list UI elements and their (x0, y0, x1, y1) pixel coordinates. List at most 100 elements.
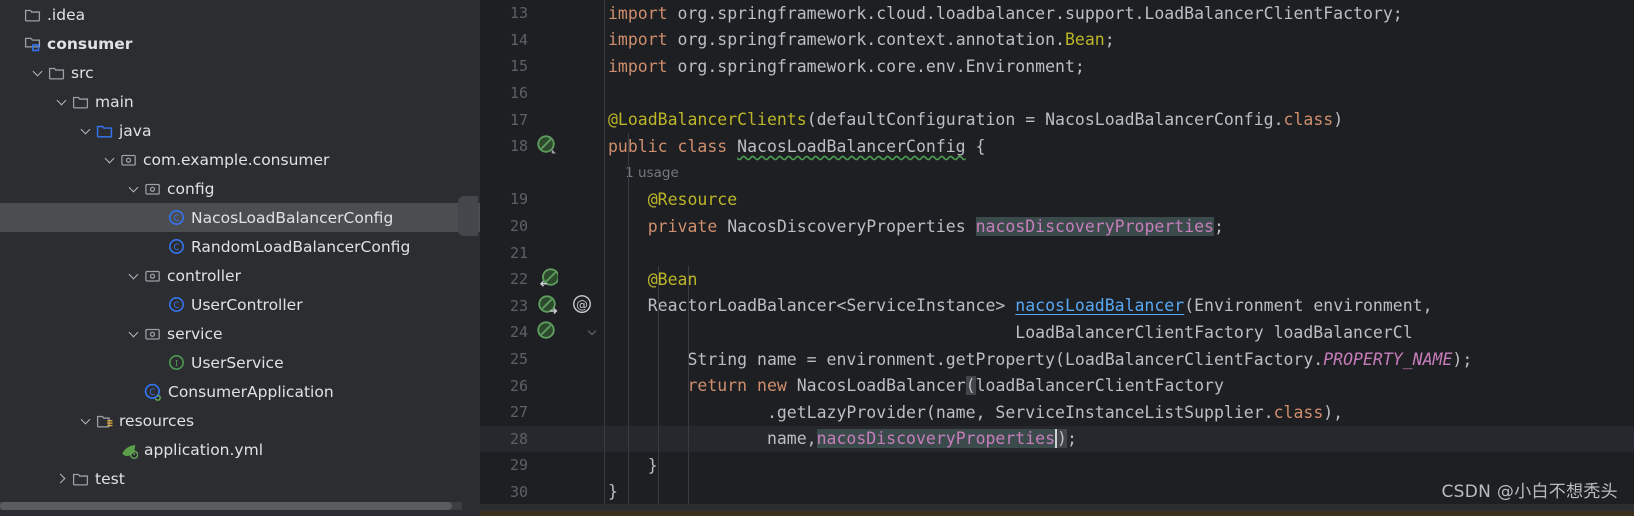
editor-gutter[interactable]: 22 (480, 266, 608, 293)
editor-line[interactable]: 24 LoadBalancerClientFactory loadBalance… (480, 319, 1634, 346)
editor-line[interactable]: 18 public class NacosLoadBalancerConfig { (480, 132, 1634, 160)
code-token: @LoadBalancerClients (608, 110, 807, 130)
editor-line[interactable]: 26 return new NacosLoadBalancer(loadBala… (480, 372, 1634, 399)
editor-line[interactable]: 17 @LoadBalancerClients (defaultConfigurat… (480, 106, 1634, 133)
tree-item-application-yml[interactable]: application.yml (0, 435, 480, 464)
bean-implement-icon[interactable] (536, 294, 558, 318)
editor-line[interactable]: 21 (480, 239, 1634, 266)
bean-icon2[interactable] (536, 320, 556, 344)
bean-icon[interactable] (536, 134, 556, 158)
chevron-down-icon[interactable] (80, 124, 93, 137)
tree-item-randomloadbalancerconfig[interactable]: C RandomLoadBalancerConfig (0, 232, 480, 261)
editor-line[interactable]: 23 @ ReactorLoadBalancer<ServiceInstance>… (480, 292, 1634, 320)
code-text[interactable]: 1 usage (604, 159, 1634, 187)
code-text[interactable]: LoadBalancerClientFactory loadBalancerCl (604, 319, 1634, 346)
code-text[interactable]: return new NacosLoadBalancer(loadBalance… (604, 372, 1634, 399)
editor-gutter[interactable]: 24 (480, 319, 608, 346)
editor-gutter[interactable]: 27 (480, 399, 608, 426)
editor-line[interactable]: 14 import org.springframework.context.ann… (480, 26, 1634, 54)
bean-override-icon[interactable] (536, 267, 560, 291)
code-text[interactable]: import org.springframework.core.env.Envi… (604, 53, 1634, 80)
editor-line[interactable]: 1 usage (480, 159, 1634, 187)
editor-gutter[interactable]: 14 (480, 27, 608, 54)
editor-gutter[interactable]: 29 (480, 452, 608, 479)
tree-item-resources[interactable]: resources (0, 406, 480, 435)
code-text[interactable]: private NacosDiscoveryProperties nacosDi… (604, 212, 1634, 240)
editor-line[interactable]: 29 } (480, 452, 1634, 479)
editor-gutter[interactable]: 15 (480, 53, 608, 80)
chevron-right-icon[interactable] (56, 472, 69, 485)
tree-item-test[interactable]: test (0, 464, 480, 493)
tree-item-userservice[interactable]: I UserService (0, 348, 480, 377)
code-text[interactable] (604, 79, 1634, 107)
code-text[interactable]: name, nacosDiscoveryProperties); (604, 425, 1634, 453)
editor-line[interactable]: 25 String name = environment.getProperty… (480, 345, 1634, 373)
editor-gutter[interactable]: 28 (480, 426, 608, 453)
scrollbar-thumb[interactable] (0, 502, 452, 510)
editor-gutter[interactable]: 18 (480, 133, 608, 160)
code-text[interactable]: } (604, 478, 1634, 506)
code-text[interactable]: import org.springframework.context.annot… (604, 26, 1634, 54)
code-text[interactable]: @LoadBalancerClients (defaultConfiguratio… (604, 106, 1634, 133)
code-text[interactable]: .getLazyProvider(name, ServiceInstanceLi… (604, 398, 1634, 426)
editor-line[interactable]: 30} (480, 478, 1634, 506)
tree-item-service[interactable]: service (0, 319, 480, 348)
at-icon[interactable]: @ (572, 294, 592, 318)
editor-line[interactable]: 27 .getLazyProvider(name, ServiceInstanc… (480, 398, 1634, 426)
tree-item--idea[interactable]: .idea (0, 0, 480, 29)
tree-item-config[interactable]: config (0, 174, 480, 203)
tree-item-consumerapplication[interactable]: C ConsumerApplication (0, 377, 480, 406)
tree-item-java[interactable]: java (0, 116, 480, 145)
tree-horizontal-scrollbar[interactable] (0, 502, 462, 510)
code-text[interactable]: ReactorLoadBalancer<ServiceInstance> nac… (604, 292, 1634, 320)
editor-gutter[interactable]: 17 (480, 106, 608, 133)
code-text[interactable]: String name = environment.getProperty(Lo… (604, 345, 1634, 373)
chevron-down-icon[interactable] (32, 66, 45, 79)
chevron-down-icon[interactable] (80, 414, 93, 427)
chevron-down-icon[interactable] (128, 327, 141, 340)
editor-gutter[interactable]: 30 (480, 479, 608, 506)
chevron-down-icon[interactable] (128, 182, 141, 195)
editor-gutter[interactable]: 13 (480, 0, 608, 27)
editor-gutter[interactable]: 26 (480, 372, 608, 399)
editor-line[interactable]: 22 @Bean (480, 265, 1634, 293)
tree-item-consumer[interactable]: consumer (0, 29, 480, 58)
tree-item-controller[interactable]: controller (0, 261, 480, 290)
editor-gutter[interactable]: 16 (480, 80, 608, 107)
chevron-down-icon[interactable] (104, 153, 117, 166)
fold-chevron-icon[interactable] (588, 327, 598, 337)
editor-line[interactable]: 28 name, nacosDiscoveryProperties); (480, 425, 1634, 453)
project-tree[interactable]: .idea consumer src main java com.example.cons… (0, 0, 480, 493)
code-text[interactable]: } (604, 452, 1634, 479)
editor-gutter[interactable]: 21 (480, 239, 608, 266)
editor-gutter[interactable]: 25 (480, 346, 608, 373)
editor-gutter[interactable]: 19 (480, 186, 608, 213)
editor-line[interactable]: 13 import org.springframework.cloud.loadb… (480, 0, 1634, 27)
code-text[interactable]: @Bean (604, 265, 1634, 293)
code-editor[interactable]: 13 import org.springframework.cloud.loadb… (480, 0, 1634, 516)
project-tool-window[interactable]: .idea consumer src main java com.example.cons… (0, 0, 480, 516)
chevron-down-icon[interactable] (128, 269, 141, 282)
code-text[interactable]: public class NacosLoadBalancerConfig { (604, 132, 1634, 160)
chevron-down-icon[interactable] (56, 95, 69, 108)
tree-item-usercontroller[interactable]: C UserController (0, 290, 480, 319)
editor-line[interactable]: 16 (480, 79, 1634, 107)
tool-window-tab-handle[interactable] (458, 196, 478, 236)
code-text[interactable] (604, 239, 1634, 266)
line-number: 17 (509, 110, 528, 129)
tree-item-main[interactable]: main (0, 87, 480, 116)
code-text[interactable]: @Resource (604, 186, 1634, 213)
editor-gutter[interactable]: 23 @ (480, 293, 608, 320)
code-text[interactable]: import org.springframework.cloud.loadbal… (604, 0, 1634, 27)
tree-item-label: src (71, 63, 94, 82)
editor-line[interactable]: 20 private NacosDiscoveryProperties naco… (480, 212, 1634, 240)
editor-gutter[interactable]: 20 (480, 213, 608, 240)
editor-gutter[interactable] (480, 160, 608, 187)
editor-line[interactable]: 19 @Resource (480, 186, 1634, 213)
editor-line[interactable]: 15 import org.springframework.core.env.En… (480, 53, 1634, 80)
tree-item-nacosloadbalancerconfig[interactable]: C NacosLoadBalancerConfig (0, 203, 480, 232)
editor-lines[interactable]: 13 import org.springframework.cloud.loadb… (480, 0, 1634, 506)
line-number: 16 (509, 84, 528, 103)
tree-item-src[interactable]: src (0, 58, 480, 87)
tree-item-com-example-consumer[interactable]: com.example.consumer (0, 145, 480, 174)
